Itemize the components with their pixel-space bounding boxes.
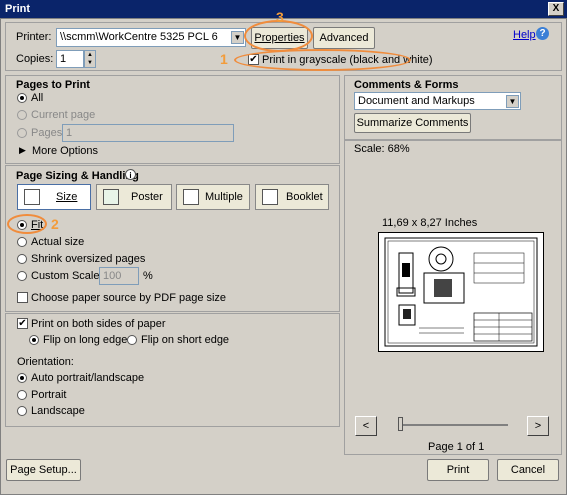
radio-current-page[interactable] <box>17 110 27 120</box>
custom-scale-input[interactable]: 100 <box>99 267 139 285</box>
choose-paper-checkbox[interactable] <box>17 292 28 303</box>
copies-label: Copies: <box>16 53 54 65</box>
radio-landscape[interactable] <box>17 406 27 416</box>
pages-to-print-title: Pages to Print <box>16 79 90 91</box>
next-page-button[interactable]: > <box>527 416 549 436</box>
info-icon[interactable]: i <box>125 169 136 180</box>
radio-landscape-label: Landscape <box>31 405 85 417</box>
size-icon <box>24 189 40 205</box>
cancel-button[interactable]: Cancel <box>497 459 559 481</box>
printer-select-value: \\scmm\WorkCentre 5325 PCL 6 <box>60 31 218 43</box>
multiple-icon <box>183 189 199 205</box>
help-link[interactable]: Help <box>513 29 536 41</box>
tab-booklet[interactable]: Booklet <box>255 184 329 210</box>
both-sides-label: Print on both sides of paper <box>31 318 166 330</box>
page-sizing-title: Page Sizing & Handling <box>16 170 139 182</box>
preview-paper-size: 11,69 x 8,27 Inches <box>382 217 478 229</box>
page-slider-track[interactable] <box>398 424 508 426</box>
tab-booklet-label: Booklet <box>286 191 323 203</box>
printer-select[interactable]: \\scmm\WorkCentre 5325 PCL 6 ▼ <box>56 28 246 47</box>
copies-input[interactable]: 1 <box>56 50 84 68</box>
page-indicator: Page 1 of 1 <box>428 441 485 453</box>
comments-forms-title: Comments & Forms <box>354 79 459 91</box>
radio-auto-orientation-label: Auto portrait/landscape <box>31 372 145 384</box>
preview-scale: Scale: 68% <box>354 143 410 155</box>
annotation-oval-fit <box>7 214 47 234</box>
radio-short-edge[interactable] <box>127 335 137 345</box>
radio-portrait[interactable] <box>17 390 27 400</box>
copies-stepper[interactable]: ▲ ▼ <box>84 50 96 68</box>
tab-poster-label: Poster <box>131 191 163 203</box>
page-slider-thumb[interactable] <box>398 417 403 431</box>
summarize-comments-button[interactable]: Summarize Comments <box>354 113 471 133</box>
advanced-button[interactable]: Advanced <box>313 27 375 49</box>
radio-pages[interactable] <box>17 128 27 138</box>
poster-icon <box>103 189 119 205</box>
tab-multiple-label: Multiple <box>205 191 243 203</box>
chevron-down-icon[interactable]: ▼ <box>506 95 519 108</box>
radio-long-edge[interactable] <box>29 335 39 345</box>
both-sides-checkbox[interactable]: ✔ <box>17 318 28 329</box>
tab-size[interactable]: Size <box>17 184 91 210</box>
radio-actual-size[interactable] <box>17 237 27 247</box>
radio-all[interactable] <box>17 93 27 103</box>
window-title: Print <box>5 3 31 15</box>
tab-multiple[interactable]: Multiple <box>176 184 250 210</box>
chevron-down-icon[interactable]: ▼ <box>231 31 244 44</box>
radio-shrink[interactable] <box>17 254 27 264</box>
technical-drawing-thumbnail <box>384 237 538 347</box>
radio-shrink-label: Shrink oversized pages <box>31 253 146 265</box>
tab-poster[interactable]: Poster <box>96 184 172 210</box>
annotation-oval-grayscale <box>234 49 411 71</box>
page-setup-button[interactable]: Page Setup... <box>6 459 81 481</box>
tab-size-label: Size <box>56 191 78 203</box>
radio-long-edge-label: Flip on long edge <box>43 334 128 346</box>
help-icon[interactable]: ? <box>536 27 549 40</box>
radio-portrait-label: Portrait <box>31 389 67 401</box>
radio-custom-scale[interactable] <box>17 271 27 281</box>
pages-input[interactable]: 1 <box>62 124 234 142</box>
prev-page-button[interactable]: < <box>355 416 377 436</box>
comments-forms-select-value: Document and Markups <box>358 95 475 107</box>
more-options-link[interactable]: More Options <box>32 145 98 157</box>
percent-label: % <box>143 270 153 282</box>
annotation-2: 2 <box>51 216 59 232</box>
printer-label: Printer: <box>16 31 52 43</box>
comments-forms-select[interactable]: Document and Markups ▼ <box>354 92 521 110</box>
radio-short-edge-label: Flip on short edge <box>141 334 230 346</box>
close-icon[interactable]: X <box>548 2 564 16</box>
radio-auto-orientation[interactable] <box>17 373 27 383</box>
booklet-icon <box>262 189 278 205</box>
annotation-3: 3 <box>276 9 284 25</box>
annotation-1: 1 <box>220 51 228 67</box>
radio-custom-scale-label: Custom Scale: <box>31 270 103 282</box>
radio-all-label: All <box>31 92 44 104</box>
expand-triangle-icon[interactable]: ▶ <box>19 145 26 156</box>
preview-page <box>378 232 544 352</box>
radio-pages-label: Pages <box>31 127 63 139</box>
choose-paper-label: Choose paper source by PDF page size <box>31 292 227 304</box>
radio-current-page-label: Current page <box>31 109 96 121</box>
print-button[interactable]: Print <box>427 459 489 481</box>
radio-actual-size-label: Actual size <box>31 236 85 248</box>
orientation-label: Orientation: <box>17 356 74 368</box>
